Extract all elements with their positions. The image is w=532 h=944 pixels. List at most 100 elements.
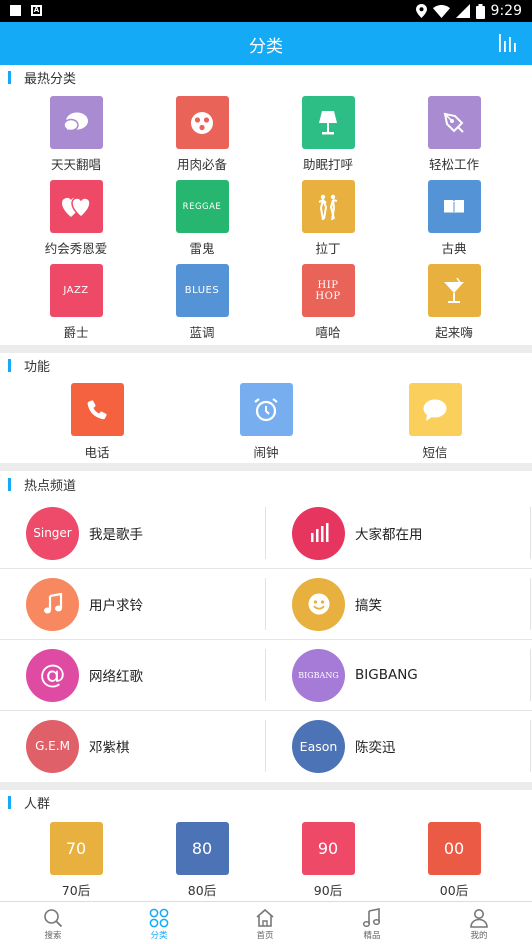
crowd-section: 人群 70 70后 80 80后 90 90后 00 00后 [0, 790, 532, 901]
crowd-label: 70后 [61, 883, 91, 898]
channel-item[interactable]: 用户求铃 [0, 569, 266, 639]
jazz-badge: JAZZ [49, 264, 103, 317]
age-80-badge: 80 [175, 822, 229, 875]
category-label: 起来嗨 [435, 325, 473, 340]
crowd-tile[interactable]: 00 00后 [391, 822, 517, 899]
function-phone[interactable]: 电话 [8, 383, 186, 461]
bottom-nav: 搜索 分类 首页 精品 我的 [0, 901, 532, 944]
crowd-label: 90后 [313, 883, 343, 898]
page-title: 分类 [249, 37, 283, 57]
channel-item[interactable]: 大家都在用 [266, 498, 532, 568]
channel-name: 网络红歌 [89, 669, 143, 685]
category-tile[interactable]: 拉丁 [265, 180, 391, 257]
section-title: 最热分类 [24, 72, 77, 87]
category-tile[interactable]: 起来嗨 [391, 264, 517, 341]
nav-profile[interactable]: 我的 [426, 902, 532, 944]
category-tile[interactable]: HIP HOP 嘻哈 [265, 264, 391, 341]
blues-badge: BLUES [175, 264, 229, 317]
grid-circles-icon [149, 908, 169, 928]
category-tile[interactable]: 助眠打呼 [265, 96, 391, 173]
category-label: 拉丁 [315, 241, 341, 256]
section-accent-bar [8, 359, 11, 372]
notification-square-icon [10, 5, 21, 16]
section-header: 热点频道 [0, 471, 532, 498]
channel-item[interactable]: G.E.M 邓紫棋 [0, 711, 266, 781]
category-tile[interactable]: BLUES 蓝调 [139, 264, 265, 341]
meat-icon [175, 96, 229, 149]
channel-name: 陈奕迅 [355, 740, 396, 756]
nav-featured[interactable]: 精品 [319, 902, 425, 944]
category-label: 蓝调 [189, 325, 215, 340]
book-icon [427, 180, 481, 233]
category-label: 雷鬼 [189, 241, 215, 256]
category-label: 古典 [441, 241, 467, 256]
divider [530, 720, 531, 772]
user-icon [470, 909, 488, 928]
crowd-tile[interactable]: 70 70后 [13, 822, 139, 899]
nav-search[interactable]: 搜索 [0, 902, 106, 944]
age-70-badge: 70 [49, 822, 103, 875]
section-accent-bar [8, 796, 11, 809]
nav-category[interactable]: 分类 [106, 902, 212, 944]
channel-item[interactable]: @ 网络红歌 [0, 640, 266, 710]
channel-name: 搞笑 [355, 598, 382, 614]
function-label: 短信 [422, 445, 448, 460]
channel-item[interactable]: Eason 陈奕迅 [266, 711, 532, 781]
chat-bubbles-icon [49, 96, 103, 149]
bar-chart-icon [292, 506, 345, 560]
category-tile[interactable]: 天天翻唱 [13, 96, 139, 173]
location-icon [415, 4, 427, 18]
crowd-label: 00后 [439, 883, 469, 898]
channel-row: G.E.M 邓紫棋 Eason 陈奕迅 [0, 710, 532, 781]
crowd-tile[interactable]: 80 80后 [139, 822, 265, 899]
music-note-icon [362, 908, 381, 928]
channel-row: @ 网络红歌 BIGBANG BIGBANG [0, 639, 532, 710]
section-title: 热点频道 [24, 479, 77, 494]
function-alarm[interactable]: 闹钟 [177, 383, 355, 461]
music-note-icon [26, 577, 79, 631]
age-00-badge: 00 [427, 822, 481, 875]
function-label: 闹钟 [253, 445, 279, 460]
gem-avatar: G.E.M [26, 719, 79, 773]
section-accent-bar [8, 71, 11, 84]
category-label: 嘻哈 [315, 325, 341, 340]
function-section: 功能 电话 闹钟 短信 [0, 353, 532, 463]
channel-item[interactable]: BIGBANG BIGBANG [266, 640, 532, 710]
category-label: 天天翻唱 [50, 157, 101, 172]
status-bar: A 9:29 [0, 0, 532, 22]
notification-a-icon: A [31, 5, 42, 16]
nav-label: 首页 [256, 931, 274, 941]
lamp-icon [301, 96, 355, 149]
cocktail-icon [427, 264, 481, 317]
hearts-icon [49, 180, 103, 233]
category-tile[interactable]: JAZZ 爵士 [13, 264, 139, 341]
section-header: 最热分类 [0, 65, 532, 90]
channel-name: 邓紫棋 [89, 740, 130, 756]
title-bar: 分类 [0, 22, 532, 65]
channel-name: 大家都在用 [355, 527, 423, 543]
category-label: 用肉必备 [176, 157, 227, 172]
category-tile[interactable]: 用肉必备 [139, 96, 265, 173]
category-tile[interactable]: REGGAE 雷鬼 [139, 180, 265, 257]
at-sign-icon: @ [26, 648, 79, 702]
nav-label: 搜索 [44, 931, 62, 941]
section-header: 功能 [0, 353, 532, 378]
wifi-icon [432, 4, 450, 18]
home-icon [256, 908, 274, 927]
category-label: 轻松工作 [428, 157, 479, 172]
battery-icon [475, 3, 485, 19]
nav-label: 精品 [363, 931, 381, 941]
pen-icon [427, 96, 481, 149]
function-sms[interactable]: 短信 [346, 383, 524, 461]
section-accent-bar [8, 478, 11, 491]
category-tile[interactable]: 轻松工作 [391, 96, 517, 173]
section-title: 人群 [24, 797, 51, 812]
ranking-chart-icon[interactable] [498, 34, 518, 52]
channel-item[interactable]: Singer 我是歌手 [0, 498, 266, 568]
nav-home[interactable]: 首页 [212, 902, 318, 944]
category-tile[interactable]: 约会秀恩爱 [13, 180, 139, 257]
channel-item[interactable]: 搞笑 [266, 569, 532, 639]
crowd-tile[interactable]: 90 90后 [265, 822, 391, 899]
category-tile[interactable]: 古典 [391, 180, 517, 257]
alarm-clock-icon [239, 383, 293, 436]
